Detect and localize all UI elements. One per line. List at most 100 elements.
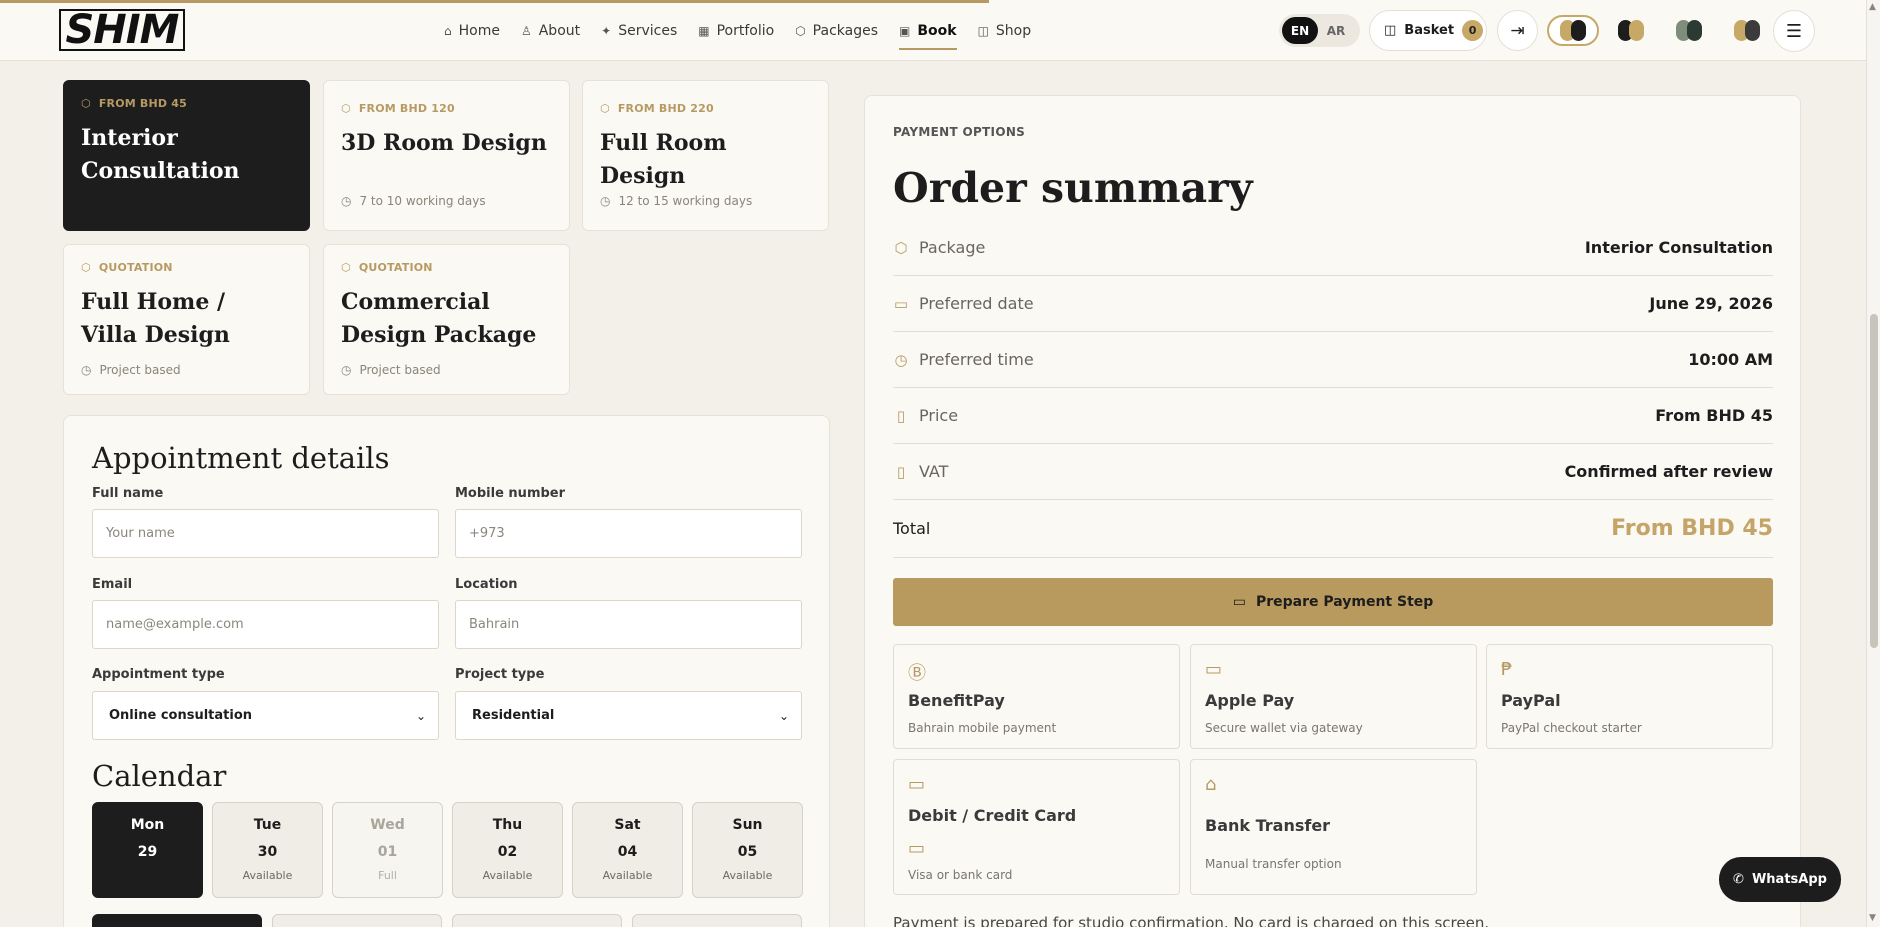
chevron-down-icon: ⌄ bbox=[415, 708, 426, 723]
basket-button[interactable]: ◫ Basket 0 bbox=[1369, 10, 1487, 51]
calendar-day-thu-02[interactable]: Thu 02 Available bbox=[452, 802, 563, 898]
total-value: From BHD 45 bbox=[1611, 516, 1773, 541]
day-status: Available bbox=[602, 869, 653, 882]
bank-icon: ⌂ bbox=[1205, 774, 1217, 795]
summary-row-vat: ▯ VAT Confirmed after review bbox=[893, 444, 1773, 500]
calendar-day-mon-29[interactable]: Mon 29 bbox=[92, 802, 203, 898]
package-card-full-room-design[interactable]: ⬡ FROM BHD 220 Full Room Design ◷ 12 to 15… bbox=[582, 80, 829, 231]
appointment-type-label: Appointment type bbox=[92, 667, 225, 682]
theme-swatch-1[interactable] bbox=[1547, 15, 1599, 46]
calendar-icon: ▣ bbox=[899, 23, 911, 38]
payment-method-benefitpay[interactable]: Ⓑ BenefitPay Bahrain mobile payment bbox=[893, 644, 1180, 749]
package-duration: ◷ Project based bbox=[81, 363, 181, 377]
appointment-details-panel: Appointment details Full name Your name … bbox=[63, 415, 830, 927]
package-icon: ⬡ bbox=[81, 97, 91, 110]
bag-icon: ◫ bbox=[1384, 23, 1397, 38]
user-icon: ♙ bbox=[520, 23, 532, 38]
time-slot[interactable] bbox=[272, 914, 442, 927]
package-card-full-home-villa[interactable]: ⬡ QUOTATION Full Home / Villa Design ◷ Pro… bbox=[63, 244, 310, 395]
bag-icon: ◫ bbox=[977, 23, 989, 38]
package-card-3d-room-design[interactable]: ⬡ FROM BHD 120 3D Room Design ◷ 7 to 10 wo… bbox=[323, 80, 570, 231]
nav-label: Home bbox=[458, 22, 500, 39]
nav-packages[interactable]: ⬡ Packages bbox=[795, 0, 878, 61]
project-type-label: Project type bbox=[455, 667, 545, 682]
calendar-day-sun-05[interactable]: Sun 05 Available bbox=[692, 802, 803, 898]
nav-services[interactable]: ✦ Services bbox=[601, 0, 677, 61]
day-date: 02 bbox=[497, 844, 518, 860]
summary-row-date: ▭ Preferred date June 29, 2026 bbox=[893, 276, 1773, 332]
whatsapp-button[interactable]: ✆ WhatsApp bbox=[1719, 857, 1841, 902]
nav-book[interactable]: ▣ Book bbox=[899, 0, 957, 61]
scroll-up-icon[interactable]: ▲ bbox=[1869, 2, 1876, 12]
login-button[interactable]: ⇥ bbox=[1497, 10, 1538, 51]
page-progress-bar bbox=[0, 0, 1866, 3]
method-desc: Bahrain mobile payment bbox=[908, 721, 1057, 735]
method-name: Debit / Credit Card bbox=[908, 806, 1077, 825]
package-duration: ◷ 12 to 15 working days bbox=[600, 194, 753, 208]
receipt-icon: ▯ bbox=[896, 406, 906, 425]
scrollbar-thumb[interactable] bbox=[1870, 314, 1878, 648]
package-name: Full Home / Villa Design bbox=[81, 289, 230, 348]
menu-button[interactable]: ☰ bbox=[1773, 10, 1815, 52]
calendar-icon: ▭ bbox=[893, 294, 909, 313]
location-input[interactable]: Bahrain bbox=[455, 600, 802, 649]
day-date: 30 bbox=[257, 844, 278, 860]
lang-en-button[interactable]: EN bbox=[1282, 17, 1318, 44]
nav-about[interactable]: ♙ About bbox=[521, 0, 580, 61]
package-icon: ⬡ bbox=[81, 261, 91, 274]
payment-method-paypal[interactable]: ₱ PayPal PayPal checkout starter bbox=[1486, 644, 1773, 749]
method-name: Apple Pay bbox=[1205, 691, 1295, 710]
package-tag: ⬡ FROM BHD 45 bbox=[81, 97, 187, 110]
nav-portfolio[interactable]: ▦ Portfolio bbox=[698, 0, 774, 61]
swatch-color-b bbox=[1687, 20, 1702, 41]
time-slot[interactable] bbox=[92, 914, 262, 927]
calendar-day-sat-04[interactable]: Sat 04 Available bbox=[572, 802, 683, 898]
theme-swatch-3[interactable] bbox=[1663, 15, 1715, 46]
card-brand-icon: ▭ bbox=[908, 838, 926, 859]
package-name: Full Room Design bbox=[600, 130, 727, 189]
package-name: Interior Consultation bbox=[81, 125, 240, 184]
whatsapp-label: WhatsApp bbox=[1751, 872, 1827, 887]
appointment-type-select[interactable]: Online consultation ⌄ bbox=[92, 691, 439, 740]
package-duration: ◷ Project based bbox=[341, 363, 441, 377]
brand-logo[interactable]: SHIM bbox=[59, 7, 185, 53]
email-input[interactable]: name@example.com bbox=[92, 600, 439, 649]
paypal-icon: ₱ bbox=[1501, 659, 1513, 680]
package-tag: ⬡ FROM BHD 220 bbox=[600, 102, 714, 115]
payment-method-card[interactable]: ▭ Debit / Credit Card ▭ Visa or bank car… bbox=[893, 759, 1180, 895]
calendar-day-tue-30[interactable]: Tue 30 Available bbox=[212, 802, 323, 898]
day-status: Available bbox=[722, 869, 773, 882]
day-name: Tue bbox=[253, 817, 282, 833]
package-tag: ⬡ QUOTATION bbox=[341, 261, 433, 274]
swatch-color-b bbox=[1629, 20, 1644, 41]
clock-icon: ◷ bbox=[600, 194, 611, 208]
full-name-input[interactable]: Your name bbox=[92, 509, 439, 558]
lang-ar-button[interactable]: AR bbox=[1318, 17, 1354, 44]
card-icon: ▭ bbox=[1232, 594, 1246, 610]
clock-icon: ◷ bbox=[341, 363, 352, 377]
order-summary-panel: PAYMENT OPTIONS Order summary ⬡ Package I… bbox=[864, 95, 1801, 927]
nav-shop[interactable]: ◫ Shop bbox=[978, 0, 1032, 61]
login-icon: ⇥ bbox=[1510, 20, 1525, 41]
package-card-commercial-design[interactable]: ⬡ QUOTATION Commercial Design Package ◷ Pr… bbox=[323, 244, 570, 395]
payment-method-bank-transfer[interactable]: ⌂ Bank Transfer Manual transfer option bbox=[1190, 759, 1477, 895]
time-slot[interactable] bbox=[452, 914, 622, 927]
mobile-input[interactable]: +973 bbox=[455, 509, 802, 558]
payment-method-apple-pay[interactable]: ▭ Apple Pay Secure wallet via gateway bbox=[1190, 644, 1477, 749]
theme-swatch-2[interactable] bbox=[1605, 15, 1657, 46]
nav-label: Services bbox=[618, 22, 678, 39]
time-slot[interactable] bbox=[632, 914, 802, 927]
location-label: Location bbox=[455, 577, 518, 592]
theme-swatch-4[interactable] bbox=[1721, 15, 1773, 46]
prepare-payment-button[interactable]: ▭ Prepare Payment Step bbox=[893, 578, 1773, 626]
scroll-down-icon[interactable]: ▼ bbox=[1869, 913, 1876, 923]
chevron-down-icon: ⌄ bbox=[778, 708, 789, 723]
clock-icon: ◷ bbox=[894, 350, 908, 369]
day-name: Sat bbox=[614, 817, 641, 833]
page-progress-fill bbox=[0, 0, 989, 3]
package-tag: ⬡ FROM BHD 120 bbox=[341, 102, 455, 115]
project-type-select[interactable]: Residential ⌄ bbox=[455, 691, 802, 740]
nav-home[interactable]: ⌂ Home bbox=[444, 0, 500, 61]
package-card-interior-consultation[interactable]: ⬡ FROM BHD 45 Interior Consultation bbox=[63, 80, 310, 231]
page-scrollbar[interactable]: ▲ ▼ bbox=[1866, 0, 1880, 927]
